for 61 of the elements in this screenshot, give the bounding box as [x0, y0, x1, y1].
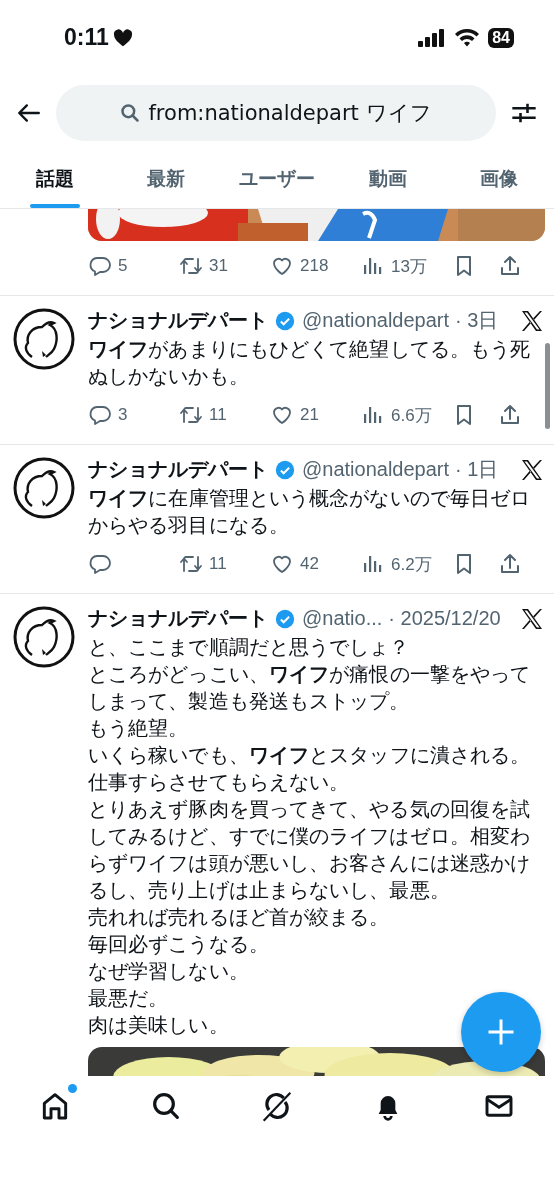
- post-text: もう絶望。: [88, 715, 189, 742]
- reply-button[interactable]: 3: [88, 403, 179, 427]
- scrollbar[interactable]: [545, 343, 550, 429]
- author-handle[interactable]: @nationaldepart: [302, 458, 450, 481]
- search-icon: [120, 102, 141, 123]
- author-name[interactable]: ナショナルデパート: [88, 307, 268, 334]
- post-time: · 1日: [455, 457, 499, 482]
- x-logo-icon: [520, 606, 544, 631]
- tab[interactable]: ユーザー: [221, 150, 333, 208]
- post-text: と、ここまで順調だと思うでしょ？: [88, 634, 410, 661]
- share-icon: [498, 254, 522, 278]
- plus-icon: [486, 1017, 516, 1047]
- repost-button[interactable]: 31: [179, 254, 270, 278]
- reply-icon: [88, 552, 112, 576]
- slashed-circle-icon: [261, 1090, 293, 1122]
- avatar-icon[interactable]: [12, 605, 76, 669]
- post-time: · 3日: [455, 308, 499, 333]
- author-handle[interactable]: @natio...: [302, 607, 383, 630]
- share-icon: [498, 552, 522, 576]
- post-text: ワイフがあまりにもひどくて絶望してる。もう死ぬしかないかも。: [88, 336, 532, 390]
- post-text: ところがどっこい、ワイフが痛恨の一撃をやってしまって、製造も発送もストップ。: [88, 661, 532, 715]
- reply-icon: [88, 254, 112, 278]
- post-text: 肉は美味しい。: [88, 1012, 229, 1039]
- status-time: 0:11: [64, 24, 109, 51]
- repost-button[interactable]: 11: [179, 403, 270, 427]
- repost-button[interactable]: 11: [179, 552, 270, 576]
- battery-level: 84: [488, 27, 514, 48]
- views-button[interactable]: 6.2万: [361, 552, 452, 576]
- post-text: いくら稼いでも、ワイフとスタッフに潰される。: [88, 742, 531, 769]
- post-text: 売れれば売れるほど首が絞まる。: [88, 904, 390, 931]
- avatar-icon[interactable]: [12, 307, 76, 371]
- post-text: 毎回必ずこうなる。: [88, 931, 269, 958]
- tab[interactable]: 画像: [443, 150, 554, 208]
- signal-icon: [418, 28, 447, 47]
- tab[interactable]: 動画: [332, 150, 444, 208]
- like-button[interactable]: 21: [270, 403, 361, 427]
- post-text: とりあえず豚肉を買ってきて、やる気の回復を試してみるけど、すでに僕のライフはゼロ。相変わらずワイフは頭が悪いし、お客さんには迷惑かけるし、売り上げは止まらないし、最悪。: [88, 796, 532, 904]
- author-name[interactable]: ナショナルデパート: [88, 605, 268, 632]
- x-logo-icon: [520, 457, 544, 482]
- tab[interactable]: 最新: [110, 150, 222, 208]
- views-button[interactable]: 6.6万: [361, 403, 452, 427]
- post-text: ワイフに在庫管理という概念がないので毎日ゼロからやる羽目になる。: [88, 485, 532, 539]
- author-handle[interactable]: @nationaldepart: [302, 309, 450, 332]
- compose-button[interactable]: [461, 992, 541, 1072]
- post-text: 最悪だ。: [88, 985, 169, 1012]
- x-logo-icon: [520, 308, 544, 333]
- views-button[interactable]: 13万: [361, 254, 452, 278]
- post-text: なぜ学習しない。: [88, 958, 249, 985]
- post-text: 仕事すらさせてもらえない。: [88, 769, 350, 796]
- like-button[interactable]: 42: [270, 552, 361, 576]
- share-icon: [498, 403, 522, 427]
- author-name[interactable]: ナショナルデパート: [88, 456, 268, 483]
- wifi-icon: [454, 28, 481, 47]
- search-field[interactable]: from:nationaldepart ワイフ: [56, 84, 496, 141]
- heart-icon: [112, 28, 133, 47]
- like-button[interactable]: 218: [270, 254, 361, 278]
- reply-icon: [88, 403, 112, 427]
- reply-button[interactable]: 5: [88, 254, 179, 278]
- avatar-icon[interactable]: [12, 456, 76, 520]
- tab[interactable]: 話題: [0, 150, 111, 208]
- post-time: · 2025/12/20: [388, 607, 501, 630]
